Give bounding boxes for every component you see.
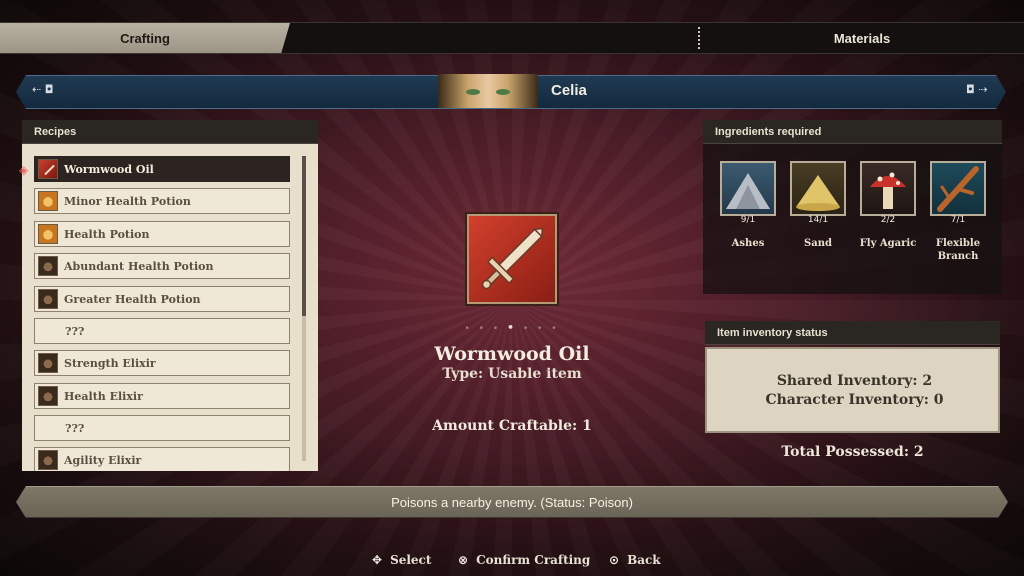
confirm-prompt[interactable]: ⊗ Confirm Crafting (458, 553, 590, 567)
ingredient-count: 14/1 (807, 215, 829, 225)
potion-icon (38, 289, 58, 309)
ingredient-name: Flexible Branch (935, 238, 981, 262)
sword-icon (481, 227, 544, 290)
back-label: Back (627, 553, 661, 567)
recipe-label: Strength Elixir (64, 356, 156, 370)
total-possessed: Total Possessed: 2 (781, 444, 924, 460)
potion-icon (38, 256, 58, 276)
recipe-label: Health Elixir (64, 389, 143, 403)
recipe-item[interactable]: Health Potion (34, 221, 290, 247)
ingredient-slot: 14/1 Sand (790, 161, 846, 249)
potion-icon (38, 191, 58, 211)
inventory-panel: Shared Inventory: 2 Character Inventory:… (705, 347, 1000, 433)
ingredient-slot: 2/2 Fly Agaric (860, 161, 916, 249)
tab-crafting[interactable]: Crafting (0, 23, 290, 53)
elixir-icon (38, 386, 58, 406)
select-prompt[interactable]: ✥ Select (372, 553, 431, 567)
shared-inventory: Shared Inventory: 2 (776, 373, 933, 389)
elixir-icon (38, 353, 58, 373)
previous-character-button[interactable]: ⇠ ◘ (32, 83, 53, 96)
portrait-eye-left (466, 89, 480, 95)
tab-materials[interactable]: Materials (700, 23, 1024, 53)
elixir-icon (38, 450, 58, 470)
recipes-list: Wormwood Oil Minor Health Potion Health … (22, 144, 318, 471)
branch-icon (930, 161, 986, 216)
cross-button-icon: ⊗ (458, 553, 469, 567)
ingredient-name: Sand (804, 238, 832, 249)
recipe-item[interactable]: Health Elixir (34, 383, 290, 409)
recipe-label: Greater Health Potion (64, 292, 201, 306)
sand-icon (790, 161, 846, 216)
character-inventory: Character Inventory: 0 (765, 392, 944, 408)
ingredient-name: Fly Agaric (859, 238, 917, 249)
recipe-item[interactable]: Abundant Health Potion (34, 253, 290, 279)
page-indicator: • • • • • • • (464, 321, 560, 334)
confirm-label: Confirm Crafting (476, 553, 591, 567)
dpad-icon: ✥ (372, 553, 383, 567)
mushroom-icon (860, 161, 916, 216)
recipe-item[interactable]: Greater Health Potion (34, 286, 290, 312)
amount-craftable: Amount Craftable: 1 (432, 418, 592, 434)
selection-cursor-icon: ◈ (19, 163, 29, 177)
ashes-icon (720, 161, 776, 216)
top-tab-bar: Crafting Materials (0, 22, 1024, 54)
portrait-eye-right (496, 89, 510, 95)
ingredient-slot: 9/1 Ashes (720, 161, 776, 249)
character-portrait (438, 74, 538, 108)
ingredients-header: Ingredients required (703, 120, 1002, 144)
ingredient-count: 2/2 (880, 215, 896, 225)
recipe-item[interactable]: ??? (34, 415, 290, 441)
ingredient-count: 9/1 (740, 215, 756, 225)
recipe-item[interactable]: Strength Elixir (34, 350, 290, 376)
recipe-label: Abundant Health Potion (64, 259, 214, 273)
inventory-header: Item inventory status (705, 321, 1000, 345)
potion-icon (38, 224, 58, 244)
recipe-item[interactable]: Agility Elixir (34, 447, 290, 471)
item-description: Poisons a nearby enemy. (Status: Poison) (16, 486, 1008, 518)
character-name: Celia (551, 82, 587, 99)
ingredient-name: Ashes (731, 238, 765, 249)
back-prompt[interactable]: ⊙ Back (609, 553, 661, 567)
recipe-label: Health Potion (64, 227, 150, 241)
recipes-scroll-thumb[interactable] (302, 156, 306, 316)
select-label: Select (390, 553, 432, 567)
recipe-item[interactable]: Wormwood Oil (34, 156, 290, 182)
recipe-icon (38, 159, 58, 179)
circle-button-icon: ⊙ (609, 553, 620, 567)
ingredient-slot: 7/1 Flexible Branch (930, 161, 986, 262)
recipe-label: Minor Health Potion (64, 194, 191, 208)
ingredient-count: 7/1 (950, 215, 966, 225)
next-character-button[interactable]: ◘ ⇢ (966, 83, 987, 96)
item-type: Type: Usable item (442, 366, 582, 382)
recipe-item[interactable]: Minor Health Potion (34, 188, 290, 214)
recipe-label: Wormwood Oil (64, 162, 154, 176)
recipe-label: Agility Elixir (64, 453, 142, 467)
item-name: Wormwood Oil (434, 343, 590, 365)
recipe-label: ??? (65, 421, 85, 435)
recipe-item[interactable]: ??? (34, 318, 290, 344)
item-preview (467, 214, 557, 304)
recipes-header: Recipes (22, 120, 318, 144)
recipe-label: ??? (65, 324, 85, 338)
